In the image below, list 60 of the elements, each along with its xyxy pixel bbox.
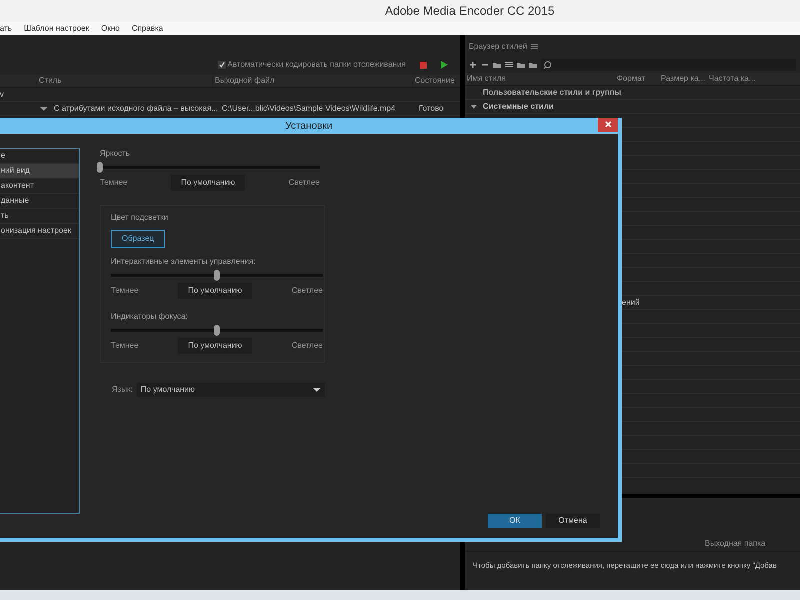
- language-select[interactable]: По умолчанию: [136, 383, 325, 397]
- menu-item[interactable]: ать: [0, 22, 12, 34]
- slider-thumb[interactable]: [214, 270, 220, 281]
- group-title: Цвет подсветки: [111, 212, 168, 224]
- darker-label: Темнее: [111, 340, 139, 352]
- column-header[interactable]: Стиль: [36, 75, 212, 87]
- lighter-label: Светлее: [288, 177, 320, 189]
- default-button[interactable]: По умолчанию: [171, 175, 246, 191]
- slider-label: Индикаторы фокуса:: [111, 311, 189, 323]
- language-label: Язык:: [112, 384, 133, 396]
- darker-label: Темнее: [100, 177, 128, 189]
- lighter-label: Светлее: [292, 340, 323, 352]
- cancel-button[interactable]: Отмена: [546, 514, 600, 528]
- column-header[interactable]: Размер ка...: [659, 73, 707, 85]
- caret-icon: [312, 388, 321, 392]
- plus-icon[interactable]: [469, 61, 477, 69]
- source-name: v: [0, 88, 4, 100]
- preset-group[interactable]: Системные стили: [483, 100, 554, 112]
- auto-encode-label: Автоматически кодировать папки отслеживания: [228, 59, 406, 71]
- sidebar-item[interactable]: ний вид: [0, 164, 79, 179]
- sidebar-item[interactable]: данные: [0, 194, 79, 209]
- search-icon: [543, 60, 552, 70]
- slider-thumb[interactable]: [214, 325, 220, 336]
- sidebar-item[interactable]: аконтент: [0, 179, 79, 194]
- column-header[interactable]: Имя стиля: [465, 73, 615, 85]
- column-header[interactable]: Выходная папка: [465, 538, 766, 550]
- column-header[interactable]: Частота ка...: [707, 73, 756, 85]
- folder-icon[interactable]: [493, 61, 501, 69]
- table-cell-text: C:\User...blic\Videos\Sample Videos\Wildlife.mp4: [222, 102, 397, 114]
- column-header[interactable]: Состояние: [412, 75, 460, 87]
- panel-title: Браузер стилей: [469, 41, 528, 53]
- search-field[interactable]: [541, 59, 796, 71]
- window-title: Adobe Media Encoder CC 2015: [385, 3, 555, 20]
- auto-encode-checkbox[interactable]: [218, 61, 226, 69]
- dialog-title: Установки: [285, 120, 333, 134]
- default-button[interactable]: По умолчанию: [178, 338, 252, 354]
- menu-item[interactable]: Шаблон настроек: [24, 22, 90, 34]
- table-cell: Готово: [419, 102, 444, 114]
- stop-icon[interactable]: [420, 62, 427, 68]
- close-icon: [604, 120, 612, 128]
- column-header[interactable]: Выходной файл: [212, 75, 412, 87]
- sidebar-item[interactable]: ть: [0, 209, 79, 224]
- table-cell: С атрибутами исходного файла – высокая...: [54, 102, 218, 114]
- ok-button[interactable]: ОК: [488, 514, 542, 528]
- preset-group[interactable]: Пользовательские стили и группы: [465, 86, 622, 98]
- slider-thumb[interactable]: [97, 162, 103, 173]
- column-header[interactable]: Формат: [615, 73, 659, 85]
- slider-label: Интерактивные элементы управления:: [111, 256, 257, 268]
- slider-label: Яркость: [100, 148, 132, 160]
- menu-item[interactable]: Справка: [132, 22, 164, 34]
- sidebar-item[interactable]: онизация настроек: [0, 224, 79, 239]
- caret-icon[interactable]: [40, 106, 48, 112]
- caret-icon[interactable]: [471, 104, 477, 110]
- default-button[interactable]: По умолчанию: [178, 283, 252, 299]
- menu-item[interactable]: Окно: [101, 22, 120, 34]
- lighter-label: Светлее: [292, 285, 323, 297]
- sample-button[interactable]: Образец: [111, 230, 166, 248]
- darker-label: Темнее: [111, 285, 139, 297]
- menu-icon[interactable]: [531, 44, 538, 50]
- close-button[interactable]: [598, 118, 618, 132]
